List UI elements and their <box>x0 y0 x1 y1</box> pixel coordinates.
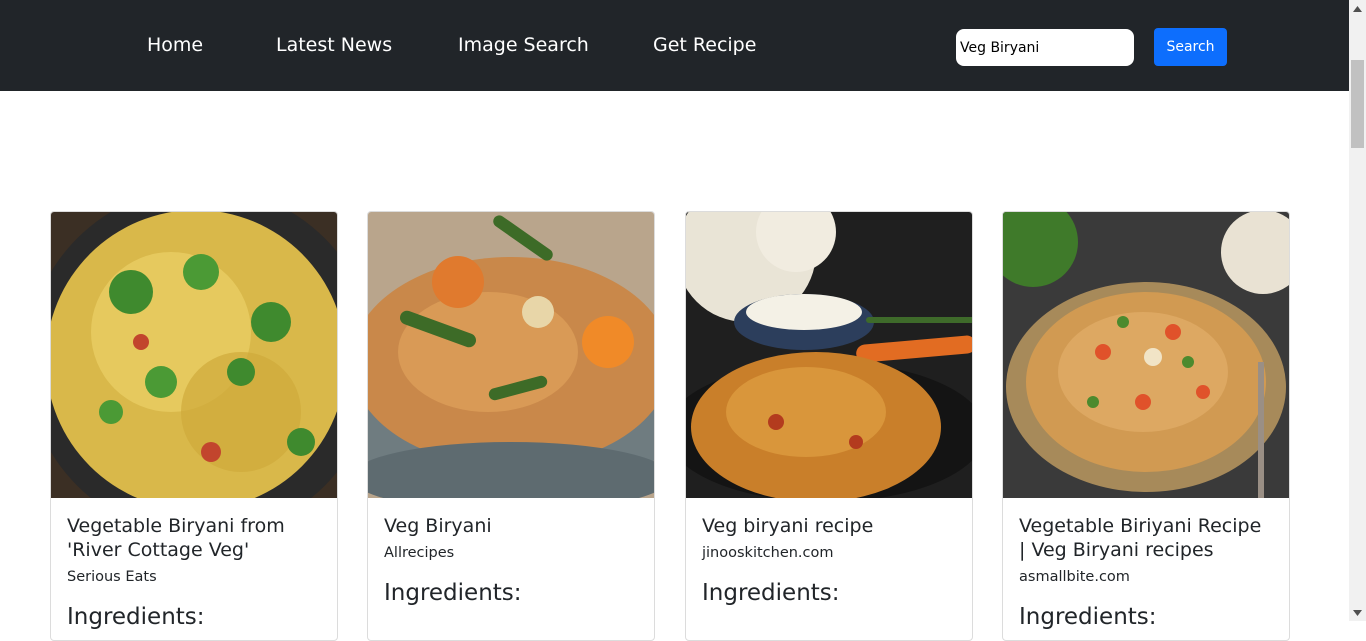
recipe-source: Serious Eats <box>67 569 157 585</box>
recipe-image[interactable] <box>1003 212 1289 498</box>
ingredients-heading: Ingredients: <box>1019 604 1157 630</box>
recipe-title: Veg Biryani <box>384 515 492 537</box>
nav-link-home[interactable]: Home <box>147 33 203 57</box>
top-navbar: Home Latest News Image Search Get Recipe… <box>0 0 1349 91</box>
recipe-title: Vegetable Biryani from 'River Cottage Ve… <box>67 515 285 561</box>
recipe-image[interactable] <box>51 212 337 498</box>
recipe-title: Vegetable Biriyani Recipe | Veg Biryani … <box>1019 515 1262 561</box>
recipe-card: Vegetable Biryani from 'River Cottage Ve… <box>50 211 338 641</box>
recipe-card: Veg biryani recipe jinooskitchen.com Ing… <box>685 211 973 641</box>
recipe-image[interactable] <box>368 212 654 498</box>
scroll-down-arrow-icon[interactable] <box>1349 604 1366 621</box>
search-button[interactable]: Search <box>1154 28 1227 66</box>
recipe-source: jinooskitchen.com <box>702 545 834 561</box>
recipe-image[interactable] <box>686 212 972 498</box>
search-input[interactable] <box>956 29 1134 66</box>
nav-link-image-search[interactable]: Image Search <box>458 33 589 57</box>
nav-link-latest-news[interactable]: Latest News <box>276 33 392 57</box>
recipe-source: asmallbite.com <box>1019 569 1130 585</box>
recipe-card: Vegetable Biriyani Recipe | Veg Biryani … <box>1002 211 1290 641</box>
scrollbar-thumb[interactable] <box>1351 60 1364 148</box>
ingredients-heading: Ingredients: <box>67 604 205 630</box>
ingredients-heading: Ingredients: <box>384 580 522 606</box>
recipe-source: Allrecipes <box>384 545 455 561</box>
ingredients-heading: Ingredients: <box>702 580 840 606</box>
scroll-up-arrow-icon[interactable] <box>1349 0 1366 17</box>
recipe-card: Veg Biryani Allrecipes Ingredients: <box>367 211 655 641</box>
recipe-title: Veg biryani recipe <box>702 515 874 537</box>
nav-link-get-recipe[interactable]: Get Recipe <box>653 33 756 57</box>
